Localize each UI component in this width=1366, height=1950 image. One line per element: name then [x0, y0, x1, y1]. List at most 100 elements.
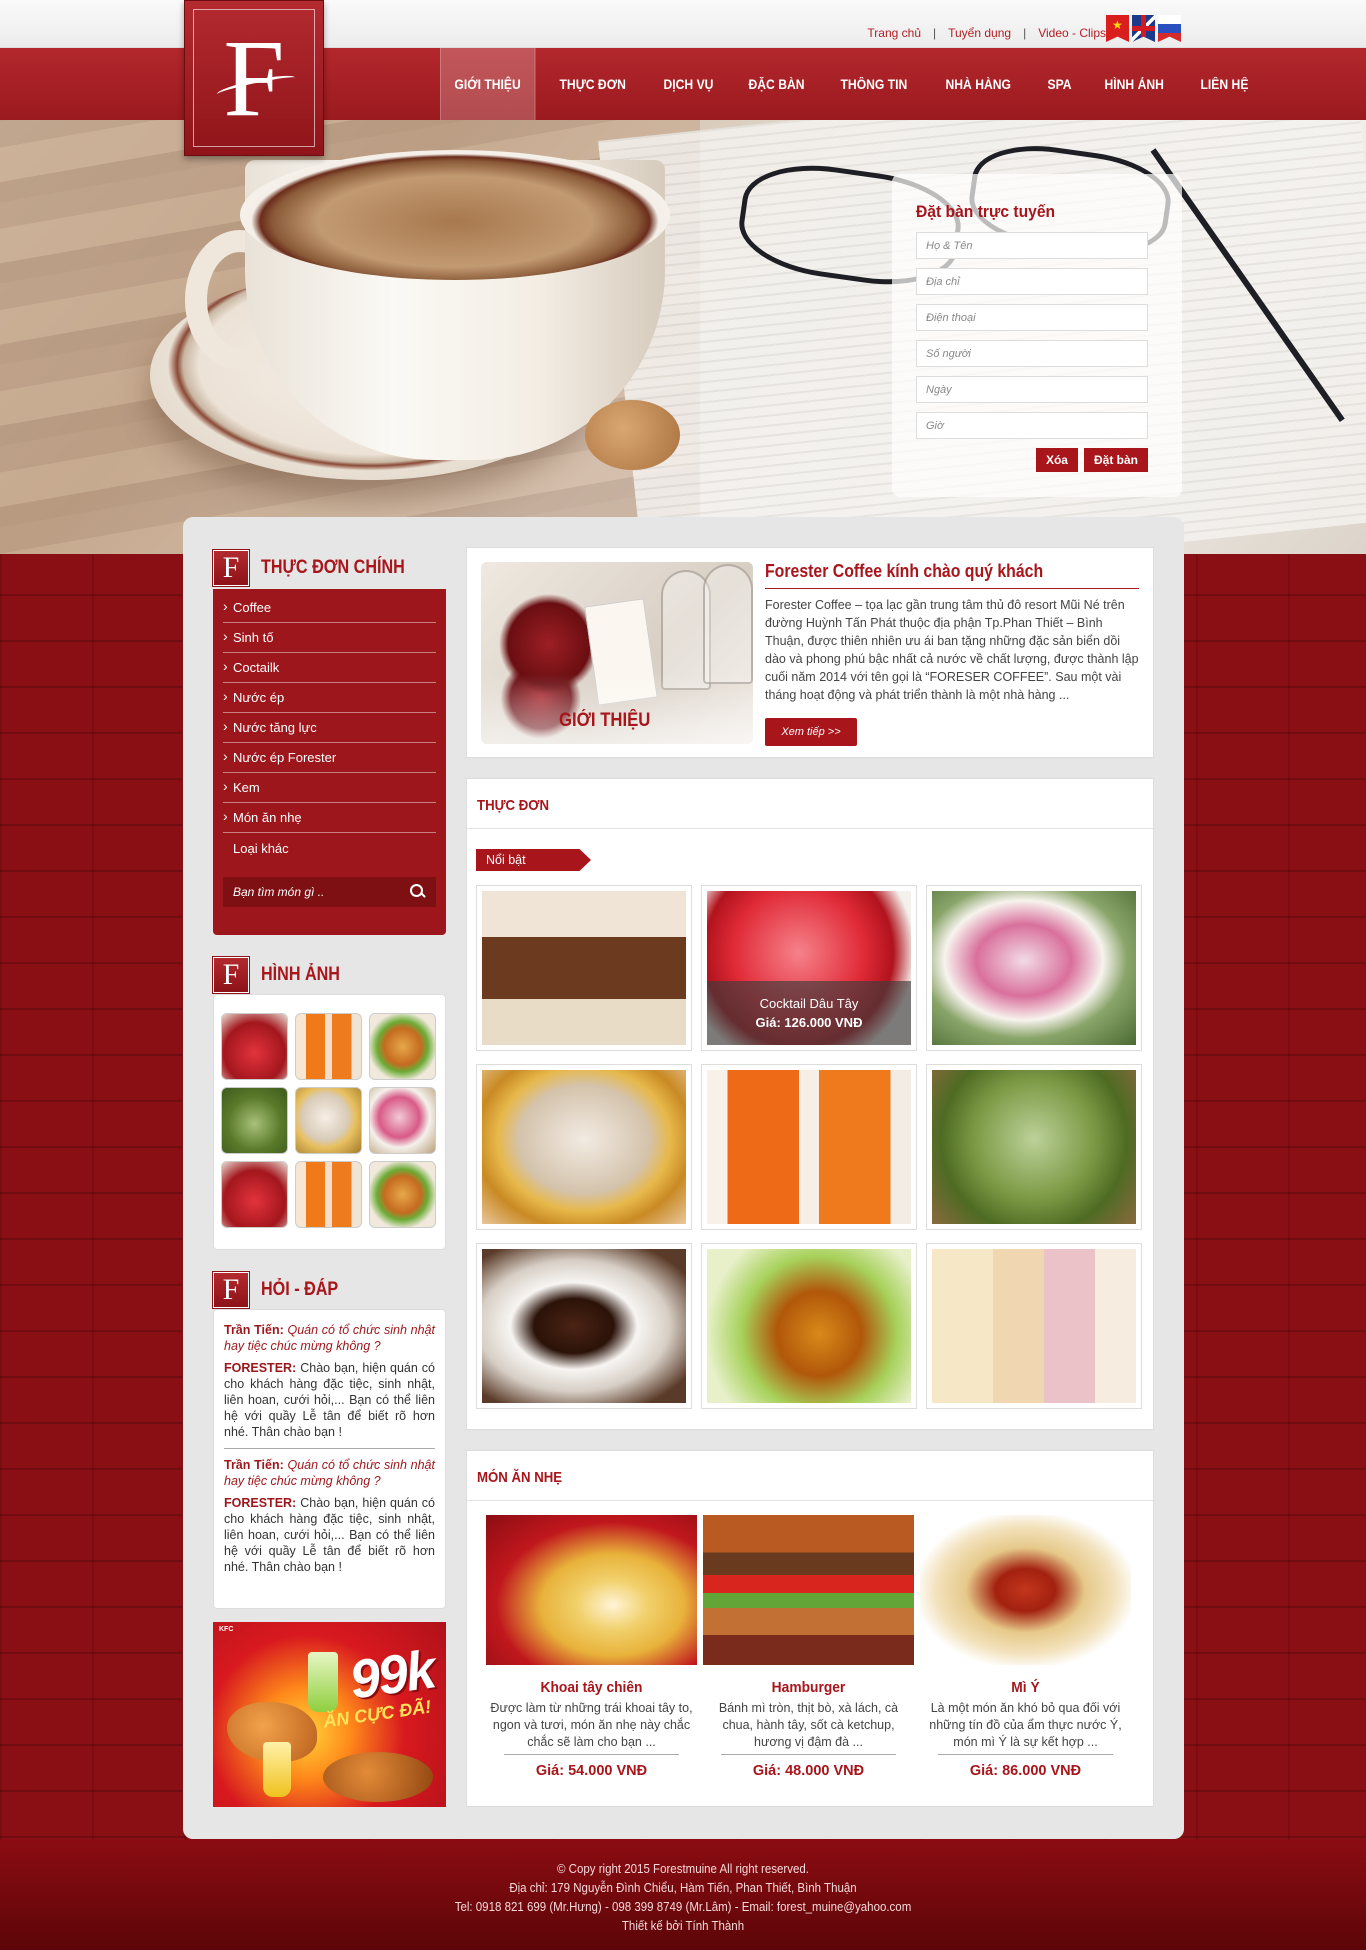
- food-item[interactable]: Cocktail Dâu Tây Giá: 126.000 VNĐ: [701, 885, 917, 1051]
- snack-item[interactable]: Khoai tây chiên Được làm từ những trái k…: [486, 1515, 697, 1779]
- qa-section-title: HỎI - ĐÁP: [261, 1279, 339, 1300]
- french-fries-image: [486, 1515, 697, 1665]
- ad-chicken-image: [323, 1752, 433, 1802]
- address-field[interactable]: [916, 268, 1148, 295]
- menu-item-nuoc-ep[interactable]: Nước ép: [223, 683, 436, 713]
- menu-item-mon-an-nhe[interactable]: Món ăn nhẹ: [223, 803, 436, 833]
- main-menu: Coffee Sinh tố Coctailk Nước ép Nước tăn…: [213, 589, 446, 935]
- top-link-home[interactable]: Trang chủ: [867, 26, 921, 40]
- snack-item[interactable]: Hamburger Bánh mì tròn, thịt bò, xà lách…: [703, 1515, 914, 1779]
- gallery-thumb[interactable]: [369, 1013, 436, 1080]
- intro-image[interactable]: GIỚI THIỆU: [481, 562, 753, 744]
- intro-divider: [765, 588, 1139, 589]
- food-item[interactable]: [476, 1064, 692, 1230]
- gallery-thumb[interactable]: [295, 1013, 362, 1080]
- qa-question: Trần Tiến: Quán có tổ chức sinh nhật hay…: [224, 1457, 435, 1489]
- time-field[interactable]: [916, 412, 1148, 439]
- food-grid: Cocktail Dâu Tây Giá: 126.000 VNĐ: [476, 885, 1142, 1409]
- site-logo[interactable]: F: [184, 0, 324, 156]
- clear-button[interactable]: Xóa: [1035, 448, 1078, 472]
- tea-image: [707, 1249, 911, 1403]
- food-item-name: Cocktail Dâu Tây: [759, 996, 859, 1011]
- nav-item-nha-hang[interactable]: NHÀ HÀNG: [932, 48, 1024, 120]
- food-item[interactable]: [701, 1243, 917, 1409]
- spaghetti-image: [920, 1515, 1131, 1665]
- phone-field[interactable]: [916, 304, 1148, 331]
- gallery-grid: [221, 1013, 436, 1228]
- gallery-section-header: F HÌNH ẢNH: [212, 956, 354, 994]
- date-field[interactable]: [916, 376, 1148, 403]
- snack-divider: [938, 1754, 1113, 1755]
- menu-section-header: F THỰC ĐƠN CHÍNH: [212, 549, 430, 587]
- food-item[interactable]: [926, 1064, 1142, 1230]
- english-flag-icon[interactable]: [1132, 15, 1155, 42]
- snack-divider: [504, 1754, 679, 1755]
- footer-credit: Thiết kế bởi Tính Thành: [621, 1919, 745, 1933]
- food-item[interactable]: [476, 885, 692, 1051]
- footer: © Copy right 2015 Forestmuine All right …: [0, 1860, 1366, 1936]
- menu-item-nuoc-tang-luc[interactable]: Nước tăng lực: [223, 713, 436, 743]
- food-item[interactable]: [926, 885, 1142, 1051]
- menu-item-nuoc-ep-forester[interactable]: Nước ép Forester: [223, 743, 436, 773]
- snack-panel: MÓN ĂN NHẸ Khoai tây chiên Được làm từ n…: [466, 1450, 1154, 1807]
- nav-item-hinh-anh[interactable]: HÌNH ẢNH: [1091, 48, 1177, 120]
- read-more-button[interactable]: Xem tiếp >>: [765, 718, 857, 746]
- f-logo-icon: F: [212, 1271, 250, 1309]
- vietnamese-flag-icon[interactable]: [1106, 15, 1129, 42]
- name-field[interactable]: [916, 232, 1148, 259]
- nav-item-dich-vu[interactable]: DỊCH VỤ: [650, 48, 727, 120]
- top-links: Trang chủ | Tuyển dụng | Video - Clips: [867, 26, 1106, 40]
- f-logo-icon: F: [212, 956, 250, 994]
- gallery-thumb[interactable]: [221, 1087, 288, 1154]
- kfc-ad-banner[interactable]: KFC 99k ĂN CỰC ĐÃ!: [213, 1622, 446, 1807]
- snack-panel-header: MÓN ĂN NHẸ: [467, 1451, 1153, 1501]
- snack-grid: Khoai tây chiên Được làm từ những trái k…: [486, 1515, 1131, 1779]
- menu-search-input[interactable]: Bạn tìm món gì ..: [223, 877, 436, 907]
- menu-item-coctailk[interactable]: Coctailk: [223, 653, 436, 683]
- gallery-thumb[interactable]: [221, 1013, 288, 1080]
- book-button[interactable]: Đặt bàn: [1083, 448, 1148, 472]
- menu-item-kem[interactable]: Kem: [223, 773, 436, 803]
- ad-brand: KFC: [219, 1626, 234, 1633]
- gallery-thumb[interactable]: [369, 1161, 436, 1228]
- footer-copyright: © Copy right 2015 Forestmuine All right …: [556, 1862, 809, 1876]
- nav-item-lien-he[interactable]: LIÊN HỆ: [1187, 48, 1262, 120]
- qa-list: Trần Tiến: Quán có tổ chức sinh nhật hay…: [214, 1310, 445, 1575]
- qa-answer: FORESTER: Chào bạn, hiện quán có cho khá…: [224, 1360, 435, 1440]
- top-link-videos[interactable]: Video - Clips: [1038, 26, 1106, 40]
- food-item[interactable]: [701, 1064, 917, 1230]
- nav-item-thuc-don[interactable]: THỰC ĐƠN: [546, 48, 639, 120]
- qa-section-header: F HỎI - ĐÁP: [212, 1271, 352, 1309]
- snack-description: Là một món ăn khó bỏ qua đối với những t…: [929, 1701, 1122, 1749]
- guests-field[interactable]: [916, 340, 1148, 367]
- snack-item[interactable]: Mì Ý Là một món ăn khó bỏ qua đối với nh…: [920, 1515, 1131, 1779]
- menu-item-loai-khac[interactable]: Loại khác: [223, 833, 436, 863]
- wine-glass-image: [703, 564, 753, 684]
- menu-item-sinh-to[interactable]: Sinh tố: [223, 623, 436, 653]
- food-item[interactable]: [476, 1243, 692, 1409]
- nav-item-spa[interactable]: SPA: [1034, 48, 1085, 120]
- booking-actions: Xóa Đặt bàn: [916, 448, 1148, 472]
- qa-asker: Trần Tiến:: [224, 1458, 284, 1472]
- top-link-careers[interactable]: Tuyển dụng: [948, 26, 1011, 40]
- hero-cookie: [585, 400, 680, 470]
- search-icon[interactable]: [410, 884, 426, 900]
- snack-panel-title: MÓN ĂN NHẸ: [477, 1469, 563, 1486]
- gallery-thumb[interactable]: [295, 1087, 362, 1154]
- nav-item-thong-tin[interactable]: THÔNG TIN: [827, 48, 921, 120]
- nav-item-dac-ban[interactable]: ĐẶC BÀN: [735, 48, 818, 120]
- menu-panel-title: THỰC ĐƠN: [477, 797, 550, 814]
- food-item-price: Giá: 126.000 VNĐ: [755, 1015, 863, 1030]
- russian-flag-icon[interactable]: [1158, 15, 1181, 42]
- hero-coffee: [240, 150, 670, 280]
- gallery-thumb[interactable]: [369, 1087, 436, 1154]
- gallery-thumb[interactable]: [295, 1161, 362, 1228]
- menu-item-coffee[interactable]: Coffee: [223, 593, 436, 623]
- menu-panel: THỰC ĐƠN Nổi bật Cocktail Dâu Tây Giá: 1…: [466, 778, 1154, 1430]
- qa-asker: Trần Tiến:: [224, 1323, 284, 1337]
- nav-item-gioi-thieu[interactable]: GIỚI THIỆU: [440, 48, 536, 120]
- snack-divider: [721, 1754, 896, 1755]
- menu-search-placeholder: Bạn tìm món gì ..: [233, 885, 325, 899]
- food-item[interactable]: [926, 1243, 1142, 1409]
- gallery-thumb[interactable]: [221, 1161, 288, 1228]
